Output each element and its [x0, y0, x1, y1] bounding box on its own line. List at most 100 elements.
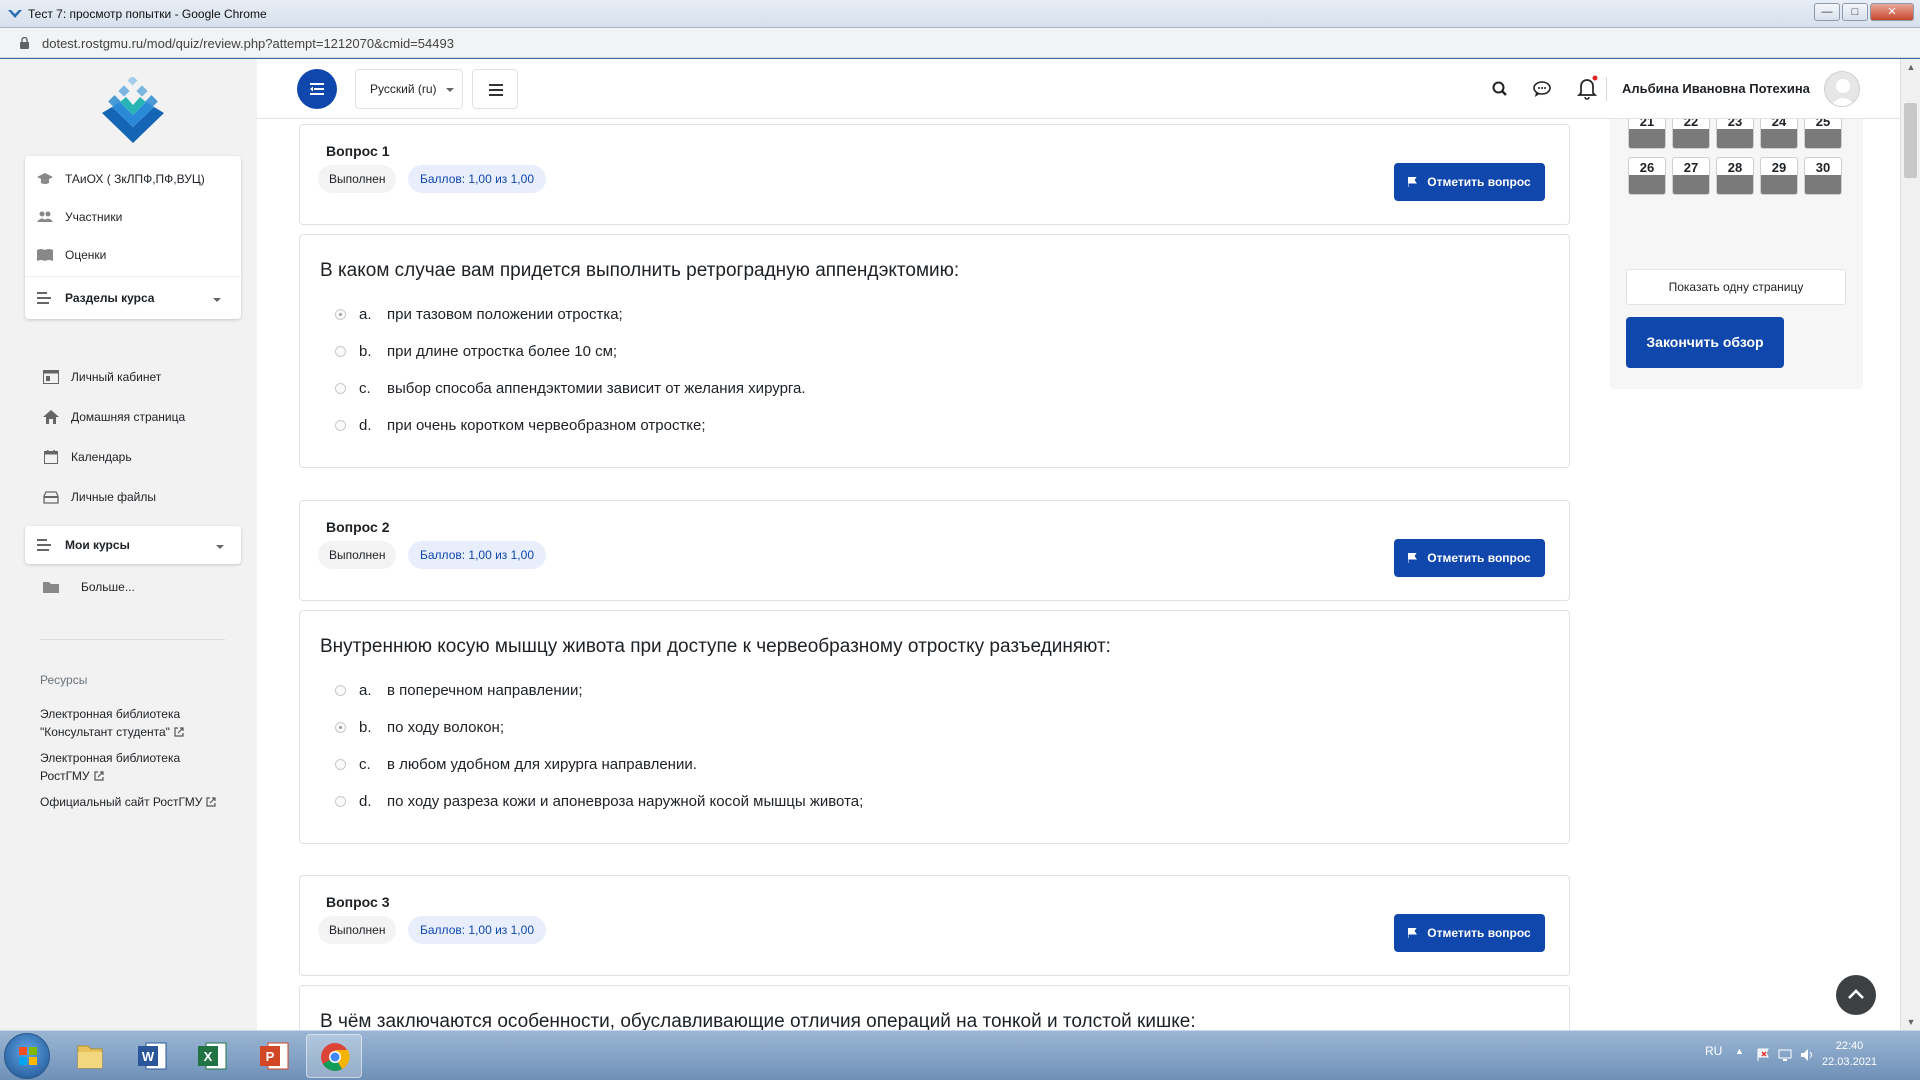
- grades-link[interactable]: Оценки: [37, 248, 106, 262]
- radio-button[interactable]: [335, 308, 346, 320]
- user-name[interactable]: Альбина Ивановна Потехина: [1622, 81, 1810, 96]
- close-button[interactable]: ✕: [1870, 3, 1914, 21]
- my-courses-card[interactable]: Мои курсы: [25, 526, 241, 564]
- address-bar[interactable]: dotest.rostgmu.ru/mod/quiz/review.php?at…: [0, 28, 1920, 58]
- participants-link[interactable]: Участники: [37, 210, 122, 224]
- language-select[interactable]: Русский (ru): [355, 69, 463, 109]
- answer-option[interactable]: b. по ходу волокон;: [335, 717, 504, 737]
- sidebar-item-calendar[interactable]: Календарь: [43, 450, 132, 464]
- option-letter: b.: [359, 718, 372, 736]
- moodle-logo-icon: [8, 10, 22, 18]
- avatar[interactable]: [1824, 71, 1860, 107]
- flag-question-button[interactable]: Отметить вопрос: [1394, 914, 1545, 952]
- messages-icon[interactable]: [1532, 79, 1552, 99]
- question-state-badge: Выполнен: [318, 165, 397, 193]
- question-3-info: Вопрос 3 Выполнен Баллов: 1,00 из 1,00 О…: [299, 875, 1570, 976]
- question-1-info: Вопрос 1 Выполнен Баллов: 1,00 из 1,00 О…: [299, 124, 1570, 225]
- scrollbar-thumb[interactable]: [1904, 103, 1917, 178]
- my-courses-toggle[interactable]: Мои курсы: [37, 538, 130, 552]
- language-select-value: Русский (ru): [370, 82, 437, 96]
- left-drawer: ТАиОХ ( ЗкЛПФ,ПФ,ВУЦ) Участники Оценки Р…: [0, 59, 257, 1030]
- chevron-up-icon[interactable]: ▲: [1735, 1046, 1749, 1060]
- network-icon[interactable]: [1778, 1048, 1792, 1062]
- course-sections-toggle[interactable]: Разделы курса: [37, 291, 154, 305]
- scroll-down-arrow[interactable]: ▼: [1901, 1014, 1920, 1030]
- radio-button[interactable]: [335, 419, 346, 431]
- question-grade-badge: Баллов: 1,00 из 1,00: [408, 916, 546, 944]
- answer-option[interactable]: d. по ходу разреза кожи и апоневроза нару…: [335, 791, 863, 811]
- option-letter: c.: [359, 755, 371, 773]
- notifications-icon[interactable]: [1575, 75, 1599, 101]
- chevron-up-icon: [1848, 989, 1864, 999]
- taskbar-explorer[interactable]: [62, 1034, 118, 1078]
- question-number: Вопрос 3: [326, 894, 390, 910]
- answer-option[interactable]: c. выбор способа аппендэктомии зависит от…: [335, 378, 806, 398]
- grades-link-label: Оценки: [65, 248, 107, 262]
- flag-question-button[interactable]: Отметить вопрос: [1394, 539, 1545, 577]
- svg-text:P: P: [266, 1049, 275, 1064]
- answer-option[interactable]: b. при длине отростка более 10 см;: [335, 341, 617, 361]
- option-letter: c.: [359, 379, 371, 397]
- quiz-nav-question-button[interactable]: 27: [1672, 157, 1710, 195]
- radio-button[interactable]: [335, 345, 346, 357]
- user-avatar-icon: [1830, 79, 1856, 106]
- scroll-up-arrow[interactable]: ▲: [1901, 59, 1920, 75]
- input-language-indicator[interactable]: RU: [1705, 1044, 1722, 1058]
- action-center-flag-icon[interactable]: [1756, 1048, 1770, 1062]
- page-scrollbar[interactable]: ▲ ▼: [1900, 59, 1920, 1030]
- taskbar-powerpoint[interactable]: P: [246, 1034, 302, 1078]
- windows-taskbar: W X P RU ▲ 22:40 22.03.2021: [0, 1030, 1920, 1080]
- option-text: в поперечном направлении;: [387, 681, 583, 699]
- taskbar-word[interactable]: W: [124, 1034, 180, 1078]
- sidebar-item-more-label: Больше...: [81, 580, 135, 594]
- quiz-nav-question-button[interactable]: 30: [1804, 157, 1842, 195]
- show-one-page-button[interactable]: Показать одну страницу: [1626, 269, 1846, 305]
- sidebar-item-files[interactable]: Личные файлы: [43, 490, 156, 504]
- window-title: Тест 7: просмотр попытки - Google Chrome: [28, 7, 267, 21]
- radio-button[interactable]: [335, 758, 346, 770]
- window-titlebar: Тест 7: просмотр попытки - Google Chrome…: [0, 0, 1920, 28]
- quiz-nav-question-button[interactable]: 28: [1716, 157, 1754, 195]
- volume-icon[interactable]: [1800, 1048, 1814, 1062]
- radio-button[interactable]: [335, 795, 346, 807]
- question-3-content: В чём заключаются особенности, обуславли…: [299, 985, 1570, 1030]
- flag-question-button[interactable]: Отметить вопрос: [1394, 163, 1545, 201]
- radio-button[interactable]: [335, 382, 346, 394]
- answer-option[interactable]: a. при тазовом положении отростка;: [335, 304, 623, 324]
- sidebar-item-more[interactable]: Больше...: [43, 580, 135, 594]
- clock-date: 22.03.2021: [1822, 1056, 1878, 1068]
- radio-button[interactable]: [335, 721, 346, 733]
- minimize-button[interactable]: —: [1814, 3, 1840, 21]
- option-letter: a.: [359, 305, 372, 323]
- sidebar-item-home[interactable]: Домашняя страница: [43, 410, 185, 424]
- start-button[interactable]: [4, 1033, 50, 1079]
- main-menu-button[interactable]: [472, 69, 518, 109]
- quiz-nav-question-button[interactable]: 26: [1628, 157, 1666, 195]
- resource-link-library[interactable]: Электронная библиотека РостГМУ: [40, 749, 180, 785]
- radio-button[interactable]: [335, 684, 346, 696]
- option-letter: b.: [359, 342, 372, 360]
- course-link[interactable]: ТАиОХ ( ЗкЛПФ,ПФ,ВУЦ): [37, 172, 205, 186]
- answer-option[interactable]: c. в любом удобном для хирурга направлени…: [335, 754, 697, 774]
- site-logo[interactable]: [100, 77, 166, 145]
- taskbar-chrome[interactable]: [306, 1034, 362, 1078]
- taskbar-clock[interactable]: 22:40 22.03.2021: [1822, 1038, 1877, 1070]
- finish-review-button[interactable]: Закончить обзор: [1626, 317, 1784, 368]
- url-text[interactable]: dotest.rostgmu.ru/mod/quiz/review.php?at…: [42, 36, 454, 51]
- option-text: выбор способа аппендэктомии зависит от ж…: [387, 379, 806, 397]
- sidebar-item-dashboard[interactable]: Личный кабинет: [43, 370, 161, 384]
- drawer-toggle-button[interactable]: [297, 69, 337, 109]
- question-state-badge: Выполнен: [318, 916, 397, 944]
- resource-link-consultant[interactable]: Электронная библиотека "Консультант студ…: [40, 705, 184, 741]
- quiz-nav-question-button[interactable]: 29: [1760, 157, 1798, 195]
- answer-option[interactable]: d. при очень коротком червеобразном отрос…: [335, 415, 706, 435]
- maximize-button[interactable]: □: [1842, 3, 1868, 21]
- sidebar-item-calendar-label: Календарь: [71, 450, 132, 464]
- flag-icon: [1408, 928, 1418, 938]
- external-link-icon: [206, 797, 217, 807]
- resource-link-official-site[interactable]: Официальный сайт РостГМУ: [40, 793, 217, 811]
- back-to-top-button[interactable]: [1836, 975, 1876, 1015]
- taskbar-excel[interactable]: X: [184, 1034, 240, 1078]
- search-icon[interactable]: [1490, 79, 1510, 99]
- answer-option[interactable]: a. в поперечном направлении;: [335, 680, 583, 700]
